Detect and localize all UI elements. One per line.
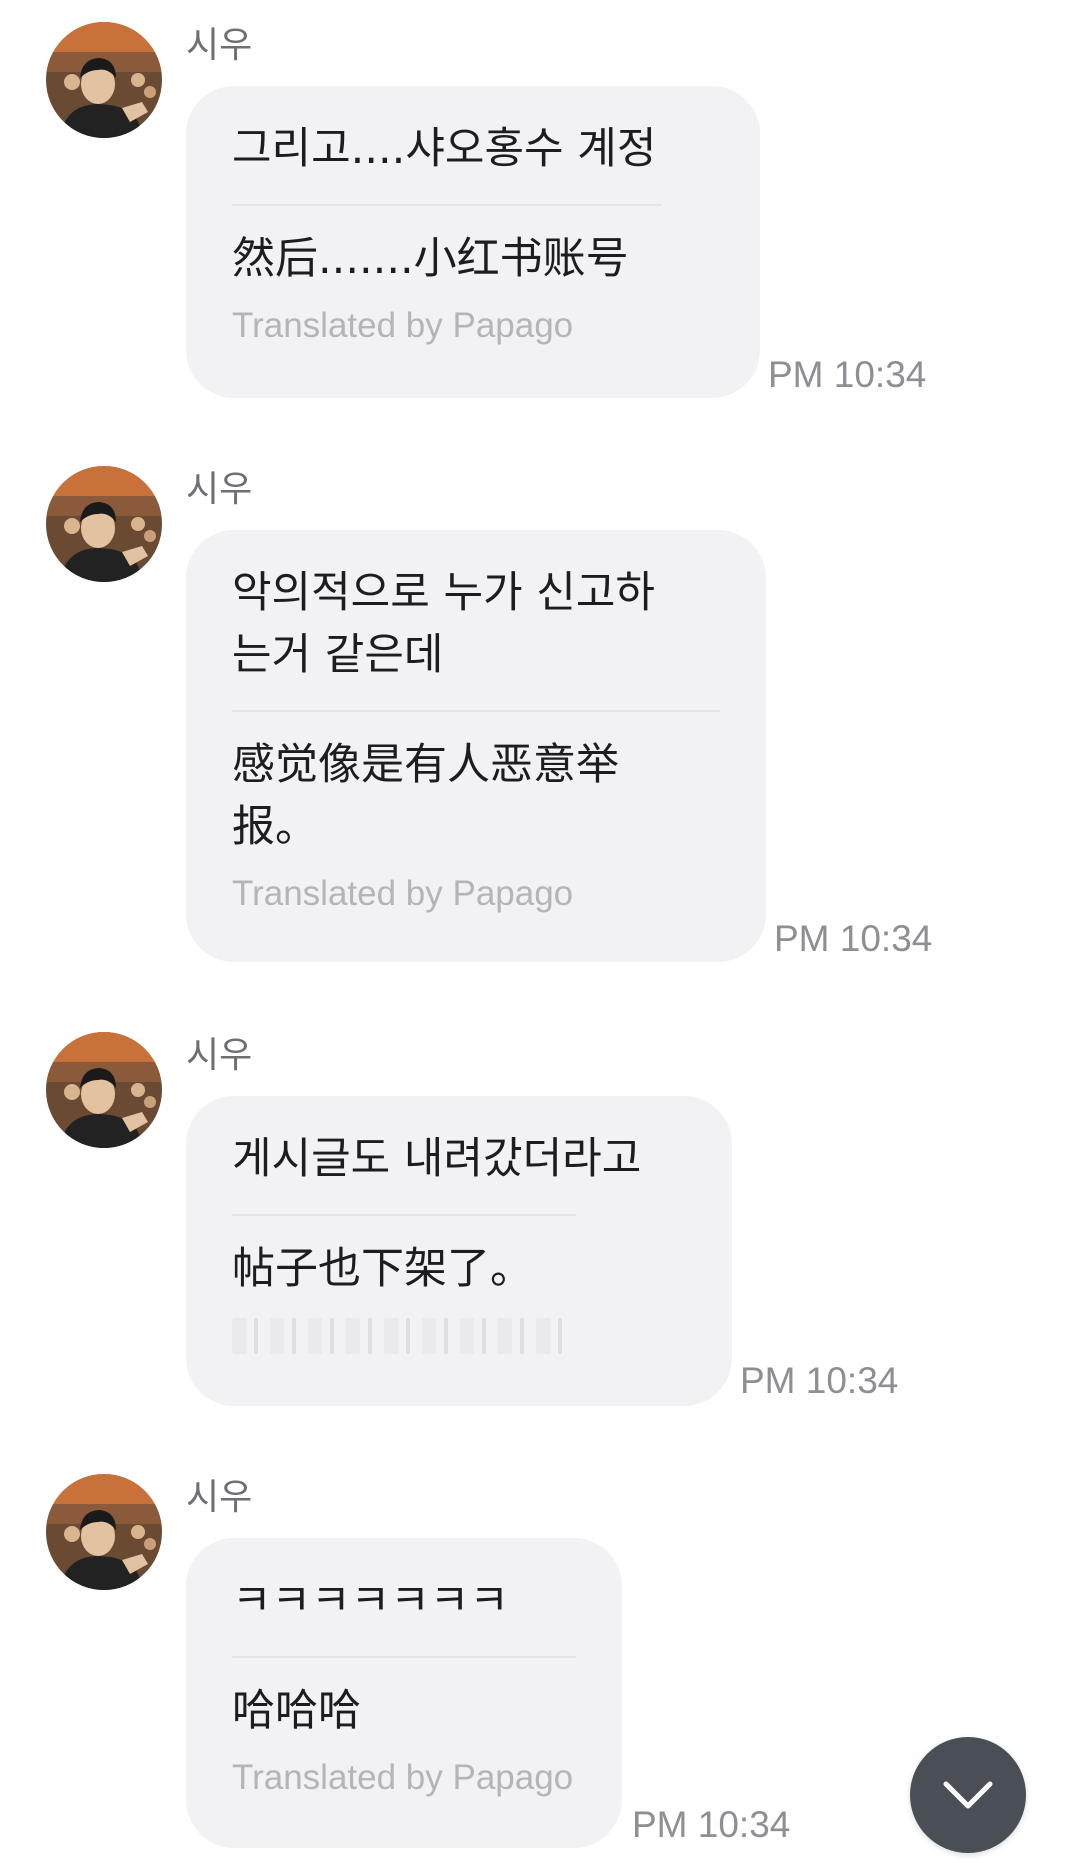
avatar[interactable]: [46, 466, 162, 582]
message-bubble[interactable]: 그리고....샤오홍수 계정 然后.......小红书账号 Translated…: [186, 86, 760, 398]
sender-name: 시우: [186, 1035, 253, 1076]
message-timestamp: PM 10:34: [740, 1360, 899, 1401]
translation-credit: Translated by Papago: [232, 1758, 574, 1797]
message-timestamp: PM 10:34: [774, 918, 933, 959]
chevron-down-icon: [943, 1781, 993, 1809]
sender-name: 시우: [186, 25, 253, 66]
translation-credit: Translated by Papago: [232, 874, 574, 913]
message-timestamp: PM 10:34: [632, 1804, 791, 1845]
translated-text: 然后.......小红书账号: [232, 234, 629, 284]
avatar[interactable]: [46, 1474, 162, 1590]
sender-name: 시우: [186, 1477, 253, 1518]
message-bubble[interactable]: 악의적으로 누가 신고하 는거 같은데 感觉像是有人恶意举 报。 Transla…: [186, 530, 766, 962]
translation-divider: [232, 1214, 576, 1216]
translation-divider: [232, 204, 662, 206]
scroll-to-bottom-button[interactable]: [910, 1737, 1026, 1853]
translation-credit: Translated by Papago: [232, 306, 574, 345]
original-text: 게시글도 내려갔더라고: [232, 1134, 642, 1184]
message-bubble[interactable]: 게시글도 내려갔더라고 帖子也下架了。: [186, 1096, 732, 1406]
original-text: 그리고....샤오홍수 계정: [232, 124, 657, 174]
translated-text: 帖子也下架了。: [232, 1244, 533, 1294]
avatar[interactable]: [46, 22, 162, 138]
sender-name: 시우: [186, 469, 253, 510]
translation-credit: [232, 1318, 572, 1354]
translated-text: 哈哈哈: [232, 1686, 361, 1736]
original-text: 악의적으로 누가 신고하 는거 같은데: [232, 568, 655, 680]
message-timestamp: PM 10:34: [768, 354, 927, 395]
translation-divider: [232, 710, 720, 712]
original-text: ㅋㅋㅋㅋㅋㅋㅋ: [232, 1576, 509, 1626]
avatar[interactable]: [46, 1032, 162, 1148]
message-bubble[interactable]: ㅋㅋㅋㅋㅋㅋㅋ 哈哈哈 Translated by Papago: [186, 1538, 622, 1848]
translated-text: 感觉像是有人恶意举 报。: [232, 740, 619, 852]
translation-divider: [232, 1656, 576, 1658]
